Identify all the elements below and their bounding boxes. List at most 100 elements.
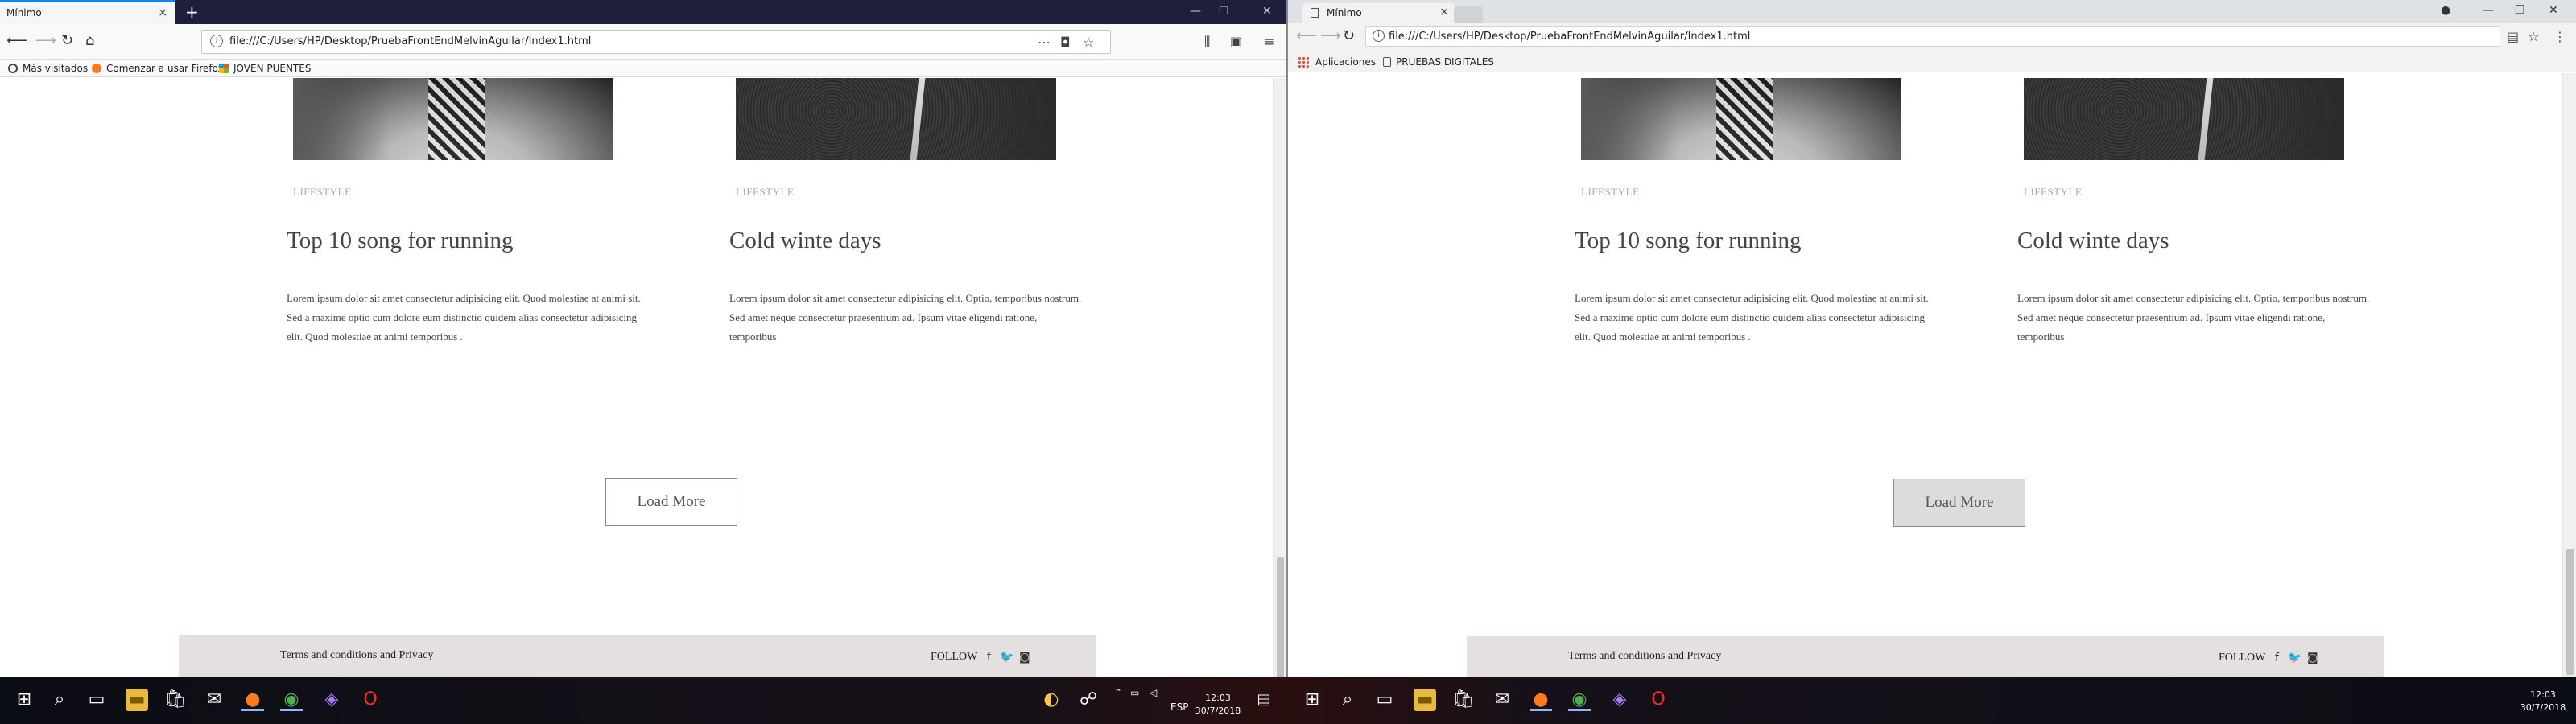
load-more-button[interactable]: Load More [1893, 479, 2025, 527]
bookmarks-toolbar: Más visitados Comenzar a usar Firefox JO… [0, 60, 1286, 77]
bookmark-apps[interactable]: Aplicaciones [1298, 56, 1376, 68]
minimize-icon[interactable]: — [1190, 5, 1201, 18]
forward-icon[interactable]: ⟶ [35, 32, 56, 49]
address-bar[interactable]: i file:///C:/Users/HP/Desktop/PruebaFron… [1365, 26, 2500, 47]
bookmark-star-icon[interactable]: ☆ [1083, 35, 1094, 50]
mail-icon[interactable]: ✉ [203, 689, 225, 711]
article-category[interactable]: LIFESTYLE [293, 186, 351, 199]
opera-icon[interactable]: O [359, 689, 382, 711]
bookmark-joven-puentes[interactable]: JOVEN PUENTES [219, 63, 311, 74]
scrollbar[interactable] [1273, 78, 1286, 677]
twitter-icon[interactable]: 🐦 [1000, 651, 1013, 664]
close-tab-icon[interactable]: × [158, 6, 167, 19]
article-title[interactable]: Top 10 song for running [287, 228, 514, 254]
scrollbar[interactable] [2562, 73, 2576, 677]
start-windows-icon[interactable]: ⊞ [1301, 689, 1323, 711]
terms-link[interactable]: Terms and conditions and Privacy [280, 649, 433, 662]
clock-date: 30/7/2018 [2520, 702, 2566, 713]
bookmark-pruebas-digitales[interactable]: PRUEBAS DIGITALES [1383, 56, 1494, 68]
twitter-icon[interactable]: 🐦 [2288, 652, 2301, 664]
visual-studio-icon[interactable]: ◈ [1608, 689, 1631, 711]
visual-studio-icon[interactable]: ◈ [320, 689, 343, 711]
article-category[interactable]: LIFESTYLE [736, 186, 794, 199]
article-title[interactable]: Cold winte days [2017, 228, 2169, 254]
chrome-nav-bar: ⟵ ⟶ ↻ i file:///C:/Users/HP/Desktop/Prue… [1288, 23, 2576, 51]
store-icon[interactable]: 🛍 [164, 689, 187, 711]
new-tab-button[interactable] [1454, 6, 1483, 23]
network-icon[interactable]: ▭ [1130, 687, 1139, 698]
maximize-icon[interactable]: ❐ [1219, 5, 1229, 18]
article-image[interactable] [1581, 78, 1901, 160]
article-image[interactable] [2024, 78, 2344, 160]
opera-icon[interactable]: O [1647, 689, 1670, 711]
facebook-icon[interactable]: f [2275, 652, 2279, 664]
info-icon[interactable]: i [210, 35, 223, 47]
sidebar-icon[interactable]: ▣ [1230, 34, 1242, 49]
menu-icon[interactable]: ⋮ [2553, 29, 2566, 44]
article-title[interactable]: Top 10 song for running [1575, 228, 1802, 254]
maximize-icon[interactable]: ❐ [2515, 4, 2525, 17]
tab-title: Mínimo [6, 7, 42, 19]
volume-icon[interactable]: ◁ [1150, 687, 1157, 698]
article-image[interactable] [736, 78, 1056, 160]
reload-icon[interactable]: ↻ [61, 32, 73, 49]
minimize-icon[interactable]: — [2483, 4, 2494, 17]
article-category[interactable]: LIFESTYLE [2024, 186, 2082, 199]
forward-icon[interactable]: ⟶ [1320, 27, 1341, 44]
search-icon[interactable]: ⌕ [1336, 689, 1359, 711]
footer: Terms and conditions and Privacy FOLLOW … [179, 635, 1096, 677]
firefox-tab[interactable]: Mínimo × [0, 0, 175, 24]
article-title[interactable]: Cold winte days [729, 228, 881, 254]
facebook-icon[interactable]: f [987, 651, 991, 664]
people-icon[interactable]: ☍ [1077, 689, 1100, 711]
back-icon[interactable]: ⟵ [6, 32, 27, 49]
profile-icon[interactable]: ● [2441, 4, 2450, 17]
close-window-icon[interactable]: ✕ [1262, 5, 1272, 18]
more-actions-icon[interactable]: ⋯ [1038, 35, 1051, 50]
chrome-icon[interactable]: ◉ [280, 689, 303, 711]
scroll-thumb[interactable] [1277, 557, 1284, 677]
store-icon[interactable]: 🛍 [1452, 689, 1475, 711]
terms-link[interactable]: Terms and conditions and Privacy [1568, 650, 1721, 663]
new-tab-icon[interactable]: + [185, 2, 199, 22]
language-indicator[interactable]: ESP [1170, 701, 1188, 713]
search-icon[interactable]: ⌕ [48, 689, 71, 711]
firefox-icon[interactable]: ● [242, 689, 264, 711]
address-bar[interactable]: i file:///C:/Users/HP/Desktop/PruebaFron… [201, 30, 1111, 54]
library-icon[interactable]: ⫼ [1204, 34, 1210, 50]
cortana-icon[interactable]: ◐ [1040, 689, 1063, 711]
close-tab-icon[interactable]: × [1439, 6, 1449, 19]
translate-icon[interactable]: ▤ [2507, 29, 2519, 44]
scroll-thumb[interactable] [2566, 549, 2574, 675]
chrome-icon[interactable]: ◉ [1568, 689, 1591, 711]
task-view-icon[interactable]: ▭ [85, 689, 108, 711]
article-image[interactable] [293, 78, 613, 160]
load-more-button[interactable]: Load More [605, 478, 737, 526]
mail-icon[interactable]: ✉ [1491, 689, 1513, 711]
clock[interactable]: 12:03 30/7/2018 [2515, 689, 2571, 714]
close-window-icon[interactable]: ✕ [2549, 4, 2558, 17]
document-icon [1383, 57, 1391, 67]
menu-icon[interactable]: ≡ [1264, 34, 1274, 49]
info-icon[interactable]: i [1373, 30, 1385, 42]
notification-icon[interactable]: ▤ [1253, 689, 1275, 711]
home-icon[interactable]: ⌂ [85, 32, 94, 49]
bookmark-firefox[interactable]: Comenzar a usar Firefox [92, 63, 224, 74]
image-detail [1716, 78, 1773, 160]
chrome-tab[interactable]: Mínimo × [1302, 3, 1455, 23]
reload-icon[interactable]: ↻ [1343, 27, 1355, 44]
firefox-icon[interactable]: ● [1530, 689, 1552, 711]
start-windows-icon[interactable]: ⊞ [13, 689, 35, 711]
pocket-icon[interactable]: ◘ [1060, 35, 1071, 50]
clock[interactable]: 12:03 30/7/2018 [1190, 692, 1246, 718]
file-explorer-icon[interactable]: ▬ [1414, 689, 1436, 711]
back-icon[interactable]: ⟵ [1296, 27, 1317, 44]
tray-chevron-icon[interactable]: ⌃ [1114, 687, 1122, 698]
instagram-icon[interactable]: ◙ [1019, 651, 1030, 664]
bookmark-star-icon[interactable]: ☆ [2528, 29, 2539, 44]
bookmark-most-visited[interactable]: Más visitados [8, 63, 88, 74]
instagram-icon[interactable]: ◙ [2307, 652, 2318, 664]
article-category[interactable]: LIFESTYLE [1581, 186, 1639, 199]
task-view-icon[interactable]: ▭ [1373, 689, 1396, 711]
file-explorer-icon[interactable]: ▬ [126, 689, 148, 711]
